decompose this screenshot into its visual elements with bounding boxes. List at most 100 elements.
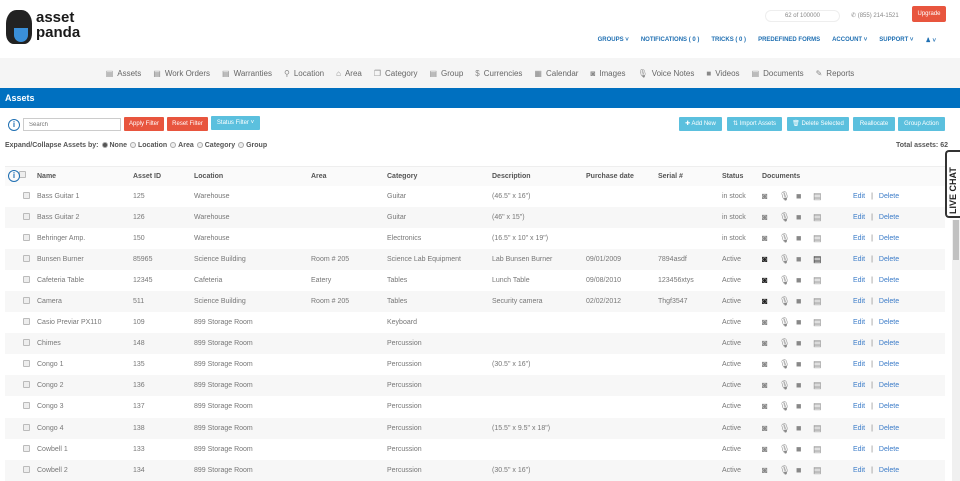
- video-icon[interactable]: ■: [796, 296, 813, 306]
- delete-link[interactable]: Delete: [879, 425, 899, 432]
- cell-name[interactable]: Behringer Amp.: [37, 228, 133, 249]
- nav-item-category[interactable]: ❐ Category: [374, 69, 418, 78]
- document-icon[interactable]: ▤: [813, 317, 830, 328]
- camera-icon[interactable]: ◙: [762, 191, 779, 201]
- cell-name[interactable]: Bass Guitar 1: [37, 186, 133, 207]
- microphone-icon[interactable]: 🎙: [779, 444, 796, 455]
- row-checkbox[interactable]: [23, 444, 30, 452]
- cell-name[interactable]: Congo 1: [37, 354, 133, 375]
- row-checkbox[interactable]: [23, 339, 30, 347]
- edit-link[interactable]: Edit: [853, 467, 865, 474]
- asset-panda-logo[interactable]: asset panda: [6, 8, 86, 48]
- microphone-icon[interactable]: 🎙: [779, 254, 796, 265]
- row-checkbox[interactable]: [23, 297, 30, 305]
- info-icon[interactable]: i: [8, 119, 20, 131]
- edit-link[interactable]: Edit: [853, 235, 865, 242]
- video-icon[interactable]: ■: [796, 317, 813, 327]
- camera-icon[interactable]: ◙: [762, 423, 779, 433]
- search-input[interactable]: [23, 118, 121, 131]
- document-icon[interactable]: ▤: [813, 380, 830, 391]
- apply-filter-button[interactable]: Apply Filter: [124, 117, 164, 131]
- delete-link[interactable]: Delete: [879, 361, 899, 368]
- delete-link[interactable]: Delete: [879, 403, 899, 410]
- document-icon[interactable]: ▤: [813, 359, 830, 370]
- edit-link[interactable]: Edit: [853, 446, 865, 453]
- select-all-checkbox[interactable]: [18, 171, 26, 179]
- row-checkbox[interactable]: [23, 318, 30, 326]
- cell-name[interactable]: Cowbell 2: [37, 459, 133, 481]
- nav-item-warranties[interactable]: ▤ Warranties: [222, 69, 272, 78]
- group-action-button[interactable]: Group Action: [898, 117, 945, 131]
- document-icon[interactable]: ▤: [813, 275, 830, 286]
- top-nav-item[interactable]: TRICKS ( 0 ): [711, 37, 746, 44]
- edit-link[interactable]: Edit: [853, 319, 865, 326]
- document-icon[interactable]: ▤: [813, 401, 830, 412]
- delete-link[interactable]: Delete: [879, 340, 899, 347]
- cell-name[interactable]: Cafeteria Table: [37, 270, 133, 291]
- row-checkbox[interactable]: [23, 381, 30, 389]
- cell-name[interactable]: Congo 3: [37, 396, 133, 417]
- microphone-icon[interactable]: 🎙: [779, 338, 796, 349]
- cell-name[interactable]: Congo 4: [37, 417, 133, 439]
- row-checkbox[interactable]: [23, 254, 30, 262]
- video-icon[interactable]: ■: [796, 233, 813, 243]
- row-checkbox[interactable]: [23, 275, 30, 283]
- document-icon[interactable]: ▤: [813, 233, 830, 244]
- cell-name[interactable]: Casio Previar PX110: [37, 312, 133, 333]
- delete-link[interactable]: Delete: [879, 256, 899, 263]
- nav-item-reports[interactable]: ✎ Reports: [816, 69, 855, 78]
- nav-item-group[interactable]: ▤ Group: [429, 69, 463, 78]
- row-checkbox[interactable]: [23, 423, 30, 431]
- edit-link[interactable]: Edit: [853, 340, 865, 347]
- document-icon[interactable]: ▤: [813, 212, 830, 223]
- microphone-icon[interactable]: 🎙: [779, 380, 796, 391]
- top-nav-item[interactable]: SUPPORT ˅: [879, 37, 913, 44]
- camera-icon[interactable]: ◙: [762, 338, 779, 348]
- document-icon[interactable]: ▤: [813, 444, 830, 455]
- document-icon[interactable]: ▤: [813, 465, 830, 476]
- camera-icon[interactable]: ◙: [762, 212, 779, 222]
- video-icon[interactable]: ■: [796, 254, 813, 264]
- camera-icon[interactable]: ◙: [762, 444, 779, 454]
- microphone-icon[interactable]: 🎙: [779, 296, 796, 307]
- document-icon[interactable]: ▤: [813, 191, 830, 202]
- column-header-serial-[interactable]: Serial #: [658, 166, 722, 186]
- document-icon[interactable]: ▤: [813, 423, 830, 434]
- reallocate-button[interactable]: Reallocate: [853, 117, 895, 131]
- top-nav-item[interactable]: PREDEFINED FORMS: [758, 37, 820, 44]
- info-icon[interactable]: i: [8, 170, 20, 183]
- edit-link[interactable]: Edit: [853, 256, 865, 263]
- top-nav-item[interactable]: ♟ ˅: [925, 37, 936, 44]
- delete-link[interactable]: Delete: [879, 467, 899, 474]
- document-icon[interactable]: ▤: [813, 338, 830, 349]
- add-new-button[interactable]: ✚ Add New: [679, 117, 722, 131]
- video-icon[interactable]: ■: [796, 212, 813, 222]
- row-checkbox[interactable]: [23, 212, 30, 220]
- column-header-status[interactable]: Status: [722, 166, 762, 186]
- top-nav-item[interactable]: ACCOUNT ˅: [832, 37, 867, 44]
- delete-link[interactable]: Delete: [879, 298, 899, 305]
- top-nav-item[interactable]: NOTIFICATIONS ( 0 ): [641, 37, 700, 44]
- nav-item-documents[interactable]: ▤ Documents: [752, 69, 804, 78]
- nav-item-area[interactable]: ⌂ Area: [336, 69, 362, 78]
- delete-link[interactable]: Delete: [879, 382, 899, 389]
- cell-name[interactable]: Congo 2: [37, 375, 133, 397]
- video-icon[interactable]: ■: [796, 275, 813, 285]
- delete-link[interactable]: Delete: [879, 214, 899, 221]
- video-icon[interactable]: ■: [796, 423, 813, 433]
- radio-location[interactable]: [130, 142, 136, 148]
- microphone-icon[interactable]: 🎙: [779, 317, 796, 328]
- cell-name[interactable]: Bass Guitar 2: [37, 206, 133, 228]
- edit-link[interactable]: Edit: [853, 193, 865, 200]
- cell-name[interactable]: Chimes: [37, 333, 133, 355]
- nav-item-work-orders[interactable]: ▤ Work Orders: [153, 69, 210, 78]
- row-checkbox[interactable]: [23, 191, 30, 199]
- row-checkbox[interactable]: [23, 233, 30, 241]
- reset-filter-button[interactable]: Reset Filter: [167, 117, 208, 131]
- scrollbar-thumb[interactable]: [953, 220, 959, 260]
- delete-link[interactable]: Delete: [879, 277, 899, 284]
- top-nav-item[interactable]: GROUPS ˅: [598, 37, 629, 44]
- microphone-icon[interactable]: 🎙: [779, 465, 796, 476]
- radio-area[interactable]: [170, 142, 177, 148]
- document-icon[interactable]: ▤: [813, 296, 830, 307]
